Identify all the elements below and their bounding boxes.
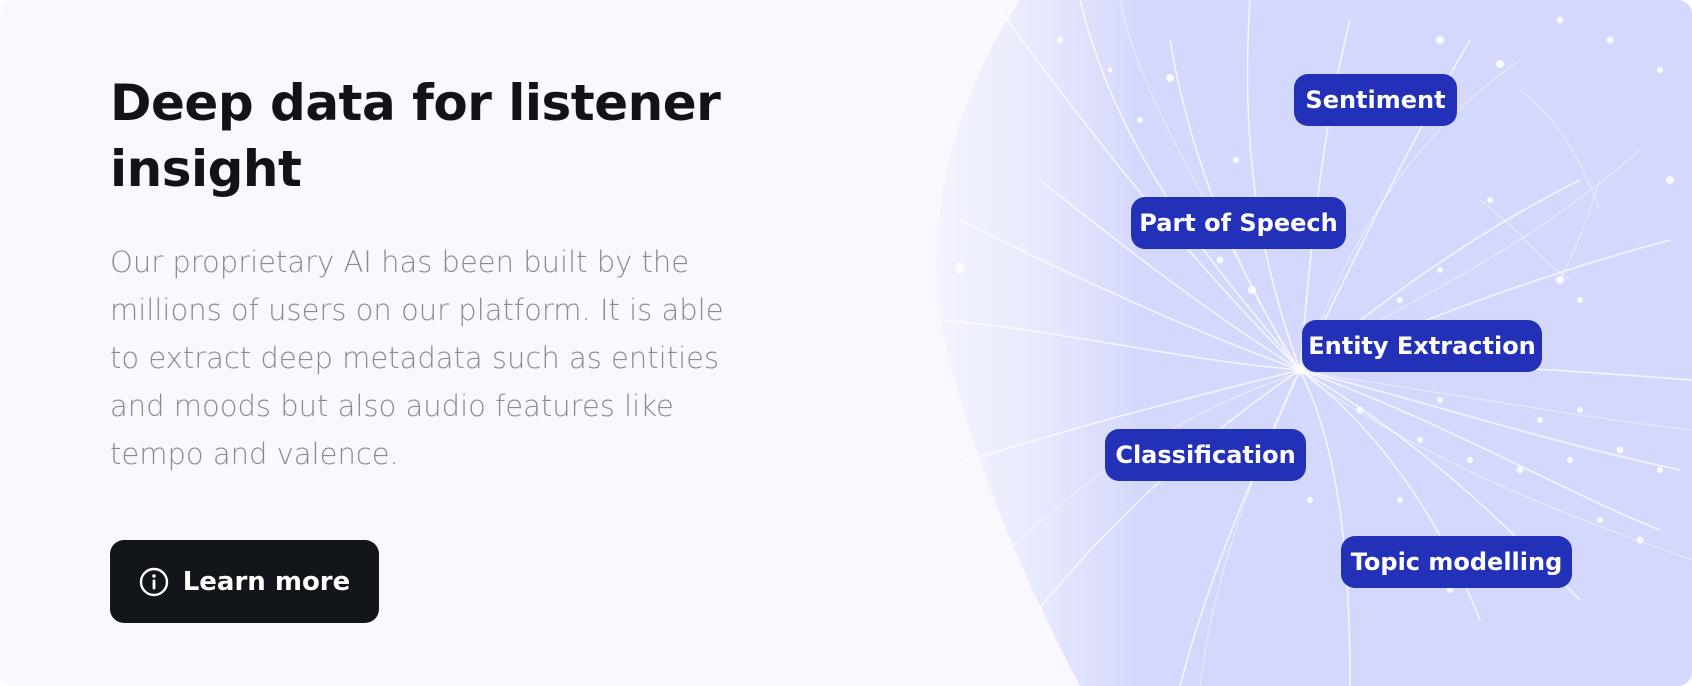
learn-more-label: Learn more [182,566,351,597]
network-background [880,0,1692,686]
network-visual: Sentiment Part of Speech Entity Extracti… [880,0,1692,686]
tag-entity-extraction[interactable]: Entity Extraction [1302,320,1542,372]
section-description: Our proprietary AI has been built by the… [110,245,724,471]
feature-card: Deep data for listener insight Our propr… [0,0,1692,686]
tag-topic-modelling[interactable]: Topic modelling [1341,536,1572,588]
text-column: Deep data for listener insight Our propr… [110,70,750,478]
tag-sentiment[interactable]: Sentiment [1294,74,1457,126]
learn-more-button[interactable]: Learn more [110,540,379,623]
tag-part-of-speech[interactable]: Part of Speech [1131,197,1346,249]
section-title: Deep data for listener insight [110,74,721,198]
info-circle-icon [139,567,169,597]
tag-classification[interactable]: Classification [1105,429,1306,481]
